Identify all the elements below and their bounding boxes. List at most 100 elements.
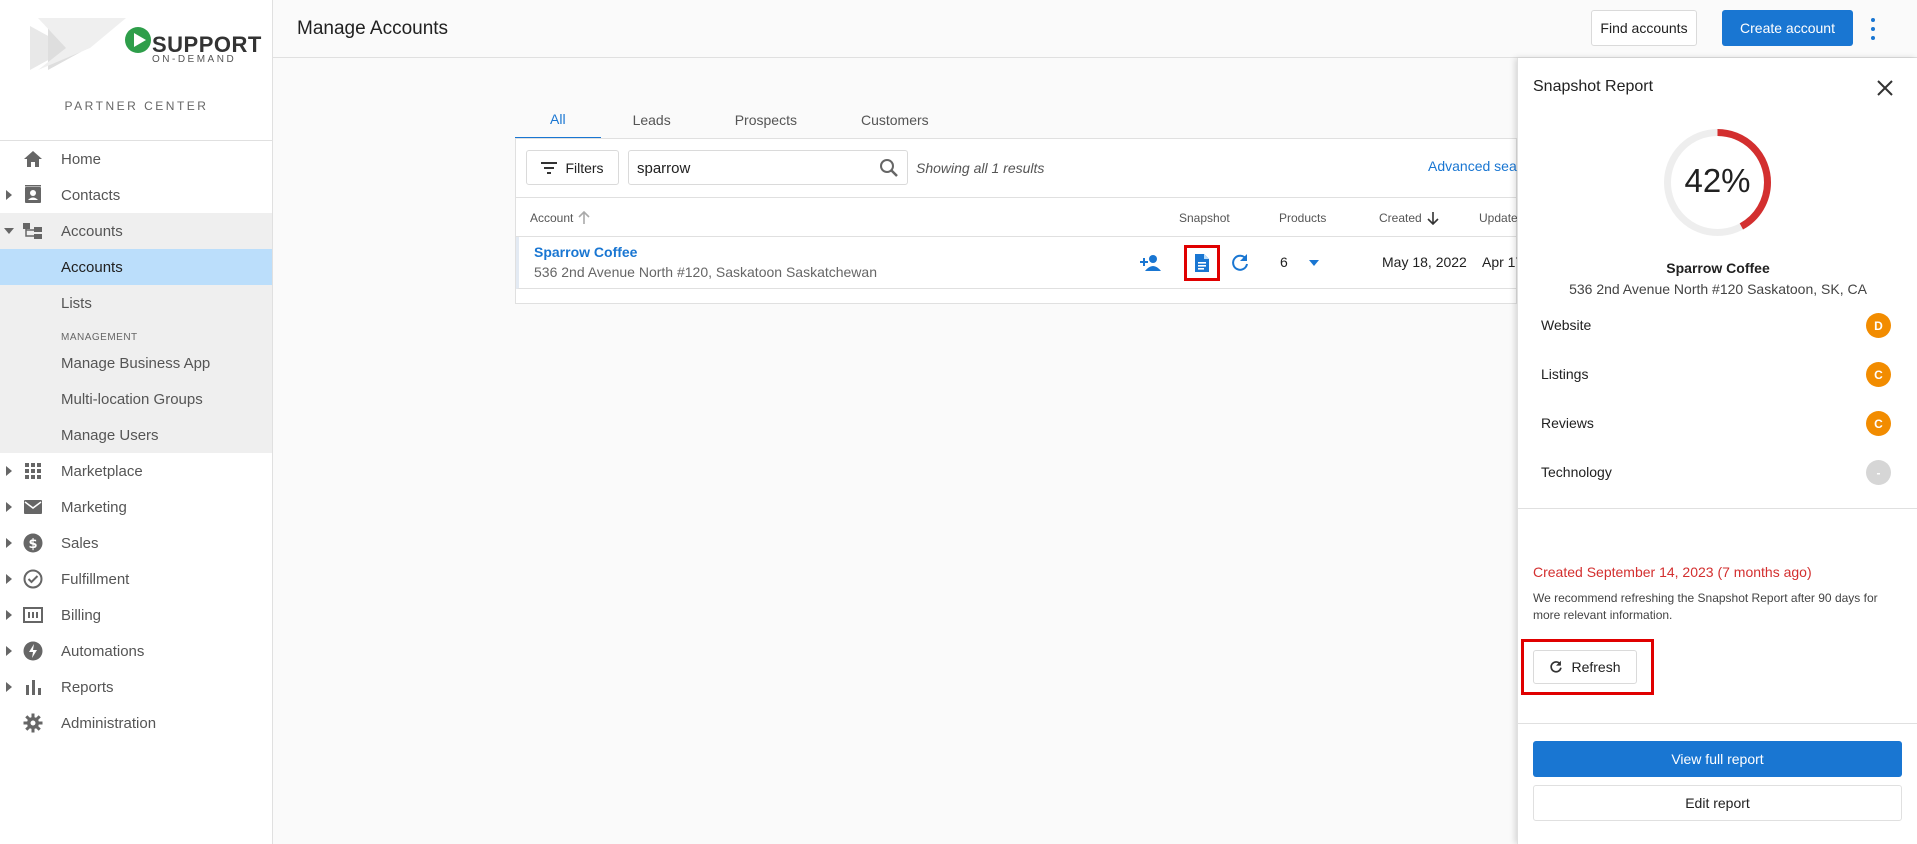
contacts-icon (22, 184, 44, 206)
column-header-created[interactable]: Created (1379, 211, 1440, 225)
tab-customers[interactable]: Customers (829, 100, 961, 139)
edit-report-button[interactable]: Edit report (1533, 785, 1902, 821)
sidebar-item-label: Administration (61, 714, 157, 732)
account-tabs: All Leads Prospects Customers (515, 100, 961, 139)
sidebar-item-reports[interactable]: Reports (0, 669, 272, 705)
caret-right-icon (6, 190, 12, 200)
view-full-report-button[interactable]: View full report (1533, 741, 1902, 777)
caret-right-icon (6, 682, 12, 692)
products-count: 6 (1280, 254, 1288, 270)
sidebar-item-lists[interactable]: Lists (0, 285, 272, 321)
sidebar-item-label: Manage Users (61, 426, 159, 444)
sidebar-item-label: Accounts (61, 258, 123, 276)
account-name-link[interactable]: Sparrow Coffee (534, 244, 637, 260)
search-icon[interactable] (879, 158, 899, 178)
snapshot-report-icon[interactable] (1190, 251, 1214, 275)
accounts-icon (22, 220, 44, 242)
sidebar-item-label: Billing (61, 606, 102, 624)
filter-icon (541, 161, 558, 174)
create-account-button[interactable]: Create account (1722, 10, 1853, 46)
sidebar-item-marketing[interactable]: Marketing (0, 489, 272, 525)
sidebar-item-label: Lists (61, 294, 92, 312)
grade-label: Technology (1541, 464, 1612, 480)
sidebar-item-administration[interactable]: Administration (0, 705, 272, 741)
sidebar-item-billing[interactable]: Billing (0, 597, 272, 633)
grade-label: Reviews (1541, 415, 1594, 431)
sidebar-item-label: Fulfillment (61, 570, 130, 588)
sidebar-item-label: Marketing (61, 498, 127, 516)
column-header-snapshot: Snapshot (1179, 211, 1230, 225)
logo-subtitle: ON-DEMAND (152, 54, 237, 65)
column-header-updated[interactable]: Updated (1479, 211, 1518, 225)
svg-text:$: $ (28, 537, 37, 552)
panel-title: Snapshot Report (1533, 78, 1654, 95)
business-address: 536 2nd Avenue North #120 Saskatoon, SK,… (1569, 281, 1867, 297)
refresh-icon[interactable] (1228, 251, 1252, 275)
refresh-recommendation: We recommend refreshing the Snapshot Rep… (1533, 591, 1878, 622)
tab-all[interactable]: All (515, 100, 601, 139)
sidebar-item-accounts[interactable]: Accounts (0, 213, 272, 249)
sidebar-item-marketplace[interactable]: Marketplace (0, 453, 272, 489)
grade-row-listings[interactable]: Listings C (1541, 359, 1896, 389)
sidebar-item-label: Accounts (61, 222, 123, 240)
find-accounts-button[interactable]: Find accounts (1591, 10, 1697, 46)
arrow-down-icon (1427, 212, 1439, 225)
filters-label: Filters (565, 159, 604, 176)
grade-row-reviews[interactable]: Reviews C (1541, 408, 1896, 438)
sidebar-item-multi-location-groups[interactable]: Multi-location Groups (0, 381, 272, 417)
column-header-account[interactable]: Account (530, 211, 591, 225)
created-date-text: Created September 14, 2023 (7 months ago… (1533, 564, 1812, 580)
grade-row-website[interactable]: Website D (1541, 310, 1896, 340)
refresh-button[interactable]: Refresh (1533, 650, 1637, 684)
sidebar-item-sales[interactable]: $ Sales (0, 525, 272, 561)
business-name: Sparrow Coffee (1666, 260, 1770, 276)
bar-chart-icon (22, 676, 44, 698)
search-field[interactable] (628, 150, 908, 185)
more-options-icon[interactable] (1863, 16, 1883, 42)
sidebar-nav: Home Contacts Accounts Accounts Lists MA… (0, 140, 272, 741)
chevron-down-icon[interactable] (1302, 251, 1326, 275)
sidebar-item-manage-business-app[interactable]: Manage Business App (0, 345, 272, 381)
caret-right-icon (6, 646, 12, 656)
table-header: Account Snapshot Products Created Update… (516, 197, 1518, 237)
sidebar-item-label: Multi-location Groups (61, 390, 203, 408)
filters-button[interactable]: Filters (526, 150, 619, 185)
tab-prospects[interactable]: Prospects (703, 100, 829, 139)
accounts-table-card: Filters Showing all 1 results Advanced s… (515, 139, 1518, 304)
bolt-icon (22, 640, 44, 662)
grade-label: Listings (1541, 366, 1589, 382)
sidebar-item-fulfillment[interactable]: Fulfillment (0, 561, 272, 597)
add-person-icon[interactable] (1139, 251, 1163, 275)
grade-badge: D (1866, 313, 1891, 338)
updated-date: Apr 17 (1482, 254, 1518, 270)
close-icon[interactable] (1873, 76, 1897, 100)
advanced-search-link[interactable]: Advanced search (1428, 158, 1518, 174)
page-title: Manage Accounts (297, 18, 449, 39)
billing-icon (22, 604, 44, 626)
tab-leads[interactable]: Leads (601, 100, 703, 139)
column-label: Account (530, 211, 574, 225)
column-label: Products (1279, 211, 1327, 225)
caret-right-icon (6, 610, 12, 620)
gear-icon (22, 712, 44, 734)
sidebar-item-label: Marketplace (61, 462, 143, 480)
grade-row-technology[interactable]: Technology - (1541, 457, 1896, 487)
grade-badge: C (1866, 411, 1891, 436)
sidebar-item-home[interactable]: Home (0, 141, 272, 177)
column-label: Updated (1479, 211, 1518, 225)
sidebar-item-manage-users[interactable]: Manage Users (0, 417, 272, 453)
grade-label: Website (1541, 317, 1592, 333)
search-input[interactable] (637, 157, 867, 179)
caret-down-icon (4, 228, 14, 234)
caret-right-icon (6, 574, 12, 584)
grade-badge: C (1866, 362, 1891, 387)
sidebar-item-accounts-list[interactable]: Accounts (0, 249, 272, 285)
arrow-up-icon (578, 211, 590, 224)
support-on-demand-logo[interactable]: SUPPORT ON-DEMAND (30, 18, 261, 78)
caret-right-icon (6, 466, 12, 476)
sidebar-item-label: Automations (61, 642, 145, 660)
sidebar-item-contacts[interactable]: Contacts (0, 177, 272, 213)
sidebar-item-automations[interactable]: Automations (0, 633, 272, 669)
table-row[interactable]: Sparrow Coffee 536 2nd Avenue North #120… (516, 237, 1518, 289)
caret-right-icon (6, 502, 12, 512)
